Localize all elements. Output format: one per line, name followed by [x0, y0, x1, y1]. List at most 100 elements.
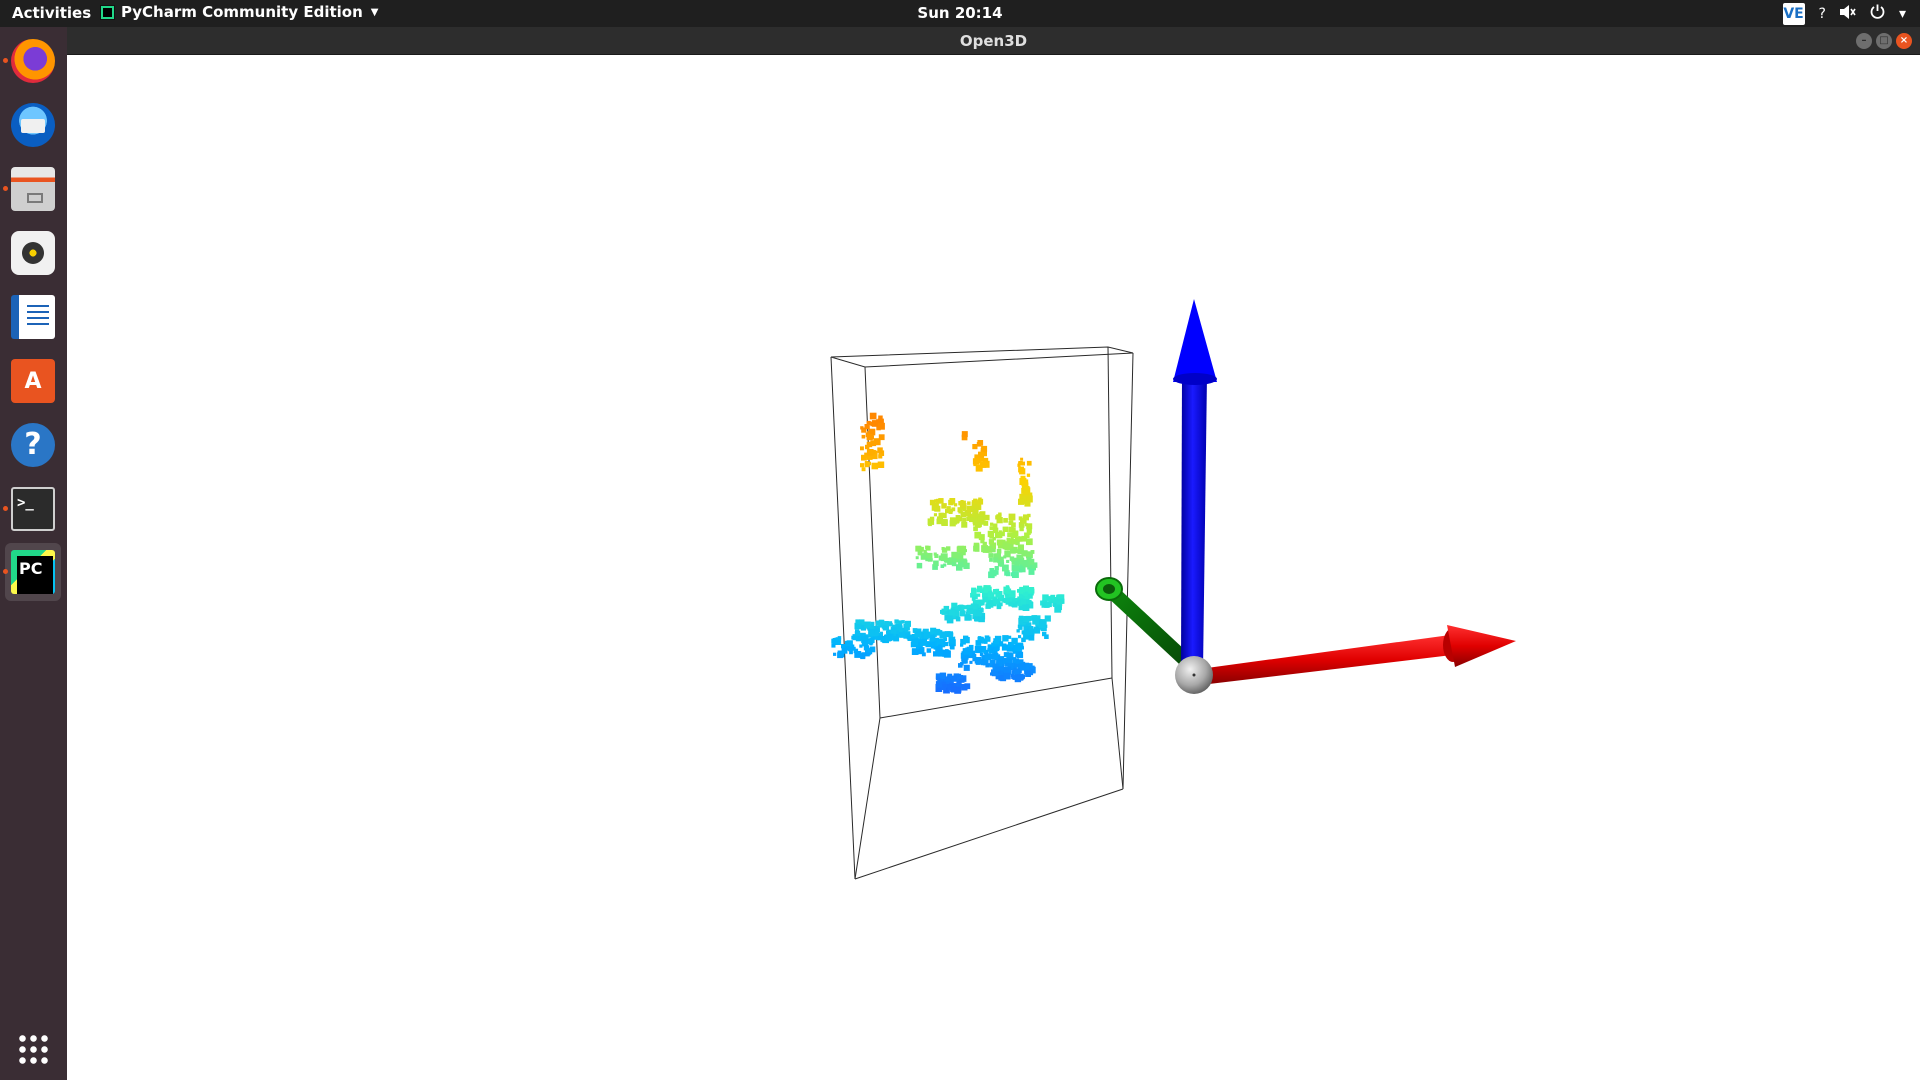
cloud-point — [871, 420, 879, 427]
cloud-point — [944, 614, 951, 621]
cloud-point — [989, 526, 994, 530]
running-indicator — [3, 569, 8, 574]
system-menu-arrow-icon[interactable]: ▾ — [1899, 6, 1906, 22]
system-tray[interactable]: VE ? ▾ — [1782, 1, 1906, 26]
cloud-point — [927, 552, 933, 559]
cloud-point — [831, 643, 836, 648]
dock-item-pycharm[interactable] — [3, 543, 61, 601]
cloud-point — [934, 628, 940, 634]
cloud-point — [987, 586, 992, 591]
cloud-point — [985, 663, 990, 668]
cloud-point — [911, 638, 918, 646]
dock: ? >_ — [0, 27, 67, 1080]
cloud-point — [1021, 479, 1029, 487]
clock[interactable]: Sun 20:14 — [917, 4, 1002, 22]
power-icon[interactable] — [1870, 4, 1885, 23]
cloud-point — [962, 545, 967, 550]
cloud-point — [1017, 589, 1021, 593]
cloud-point — [915, 556, 919, 560]
cloud-point — [877, 447, 883, 453]
cloud-point — [995, 588, 1000, 593]
speaker-muted-icon[interactable] — [1839, 4, 1856, 23]
cloud-point — [845, 642, 850, 647]
dock-item-files[interactable] — [3, 160, 61, 218]
minimize-icon[interactable]: – — [1856, 33, 1872, 49]
cloud-point — [923, 549, 927, 553]
dock-item-firefox[interactable] — [3, 32, 61, 90]
window-titlebar[interactable]: Open3D – □ × — [67, 27, 1920, 55]
close-icon[interactable]: × — [1896, 33, 1912, 49]
cloud-point — [943, 650, 951, 658]
cloud-point — [854, 631, 860, 636]
help-icon: ? — [11, 423, 55, 467]
cloud-point — [994, 566, 999, 571]
cloud-point — [933, 513, 937, 517]
dock-item-rhythmbox[interactable] — [5, 224, 61, 282]
cloud-point — [993, 598, 1000, 605]
cloud-point — [860, 446, 864, 451]
cloud-point — [867, 461, 871, 466]
cloud-point — [1038, 621, 1046, 629]
cloud-point — [938, 512, 944, 518]
dock-item-software[interactable] — [5, 352, 61, 410]
cloud-point — [1018, 615, 1024, 621]
cloud-point — [889, 622, 893, 627]
writer-icon — [11, 295, 55, 339]
app-menu[interactable]: PyCharm Community Edition ▼ — [100, 3, 378, 21]
cloud-point — [1034, 627, 1041, 634]
cloud-point — [995, 666, 1000, 672]
cloud-point — [977, 516, 984, 523]
dock-item-thunderbird[interactable] — [5, 96, 61, 154]
cloud-point — [860, 463, 865, 468]
cloud-point — [940, 553, 948, 561]
maximize-icon[interactable]: □ — [1876, 33, 1892, 49]
cloud-point — [898, 620, 903, 624]
cloud-point — [919, 546, 924, 552]
origin-dot — [1192, 673, 1196, 677]
x-axis-arrow — [1207, 625, 1516, 684]
cloud-point — [949, 644, 955, 650]
cloud-point — [982, 546, 990, 553]
cloud-point — [945, 676, 951, 682]
dock-item-terminal[interactable]: >_ — [3, 480, 61, 538]
cloud-point — [841, 647, 848, 654]
show-applications-button[interactable] — [5, 1020, 61, 1078]
open3d-viewport[interactable] — [67, 55, 1920, 1080]
running-indicator — [3, 58, 8, 63]
cloud-point — [996, 548, 1002, 554]
firefox-icon — [11, 39, 55, 83]
cloud-point — [933, 552, 937, 556]
cloud-point — [961, 431, 968, 438]
cloud-point — [976, 588, 981, 593]
cloud-point — [933, 560, 939, 567]
cloud-point — [890, 628, 897, 634]
cloud-point — [976, 647, 982, 654]
dock-item-writer[interactable] — [5, 288, 61, 346]
point-cloud-scene[interactable] — [67, 55, 1920, 1080]
cloud-point — [963, 664, 970, 671]
cloud-point — [906, 636, 910, 640]
cloud-point — [878, 422, 885, 430]
cloud-point — [994, 653, 999, 657]
z-axis-arrow — [1173, 299, 1217, 670]
help-indicator-icon[interactable]: ? — [1819, 6, 1826, 22]
cloud-point — [869, 637, 875, 643]
cloud-point — [952, 558, 957, 563]
cloud-point — [973, 498, 977, 503]
activities-button[interactable]: Activities — [12, 4, 91, 22]
ve-indicator-icon[interactable]: VE — [1782, 2, 1805, 25]
cloud-point — [871, 449, 876, 454]
cloud-point — [1010, 527, 1016, 533]
rhythmbox-icon — [11, 231, 55, 275]
cloud-point — [1026, 473, 1031, 477]
cloud-point — [1042, 602, 1047, 608]
cloud-point — [1027, 593, 1033, 599]
cloud-point — [1012, 674, 1018, 680]
cloud-point — [1059, 598, 1065, 604]
cloud-point — [934, 502, 939, 508]
cloud-point — [972, 653, 977, 658]
cloud-point — [928, 522, 932, 527]
cloud-point — [957, 607, 962, 611]
cloud-point — [1046, 596, 1052, 601]
dock-item-help[interactable]: ? — [5, 416, 61, 474]
